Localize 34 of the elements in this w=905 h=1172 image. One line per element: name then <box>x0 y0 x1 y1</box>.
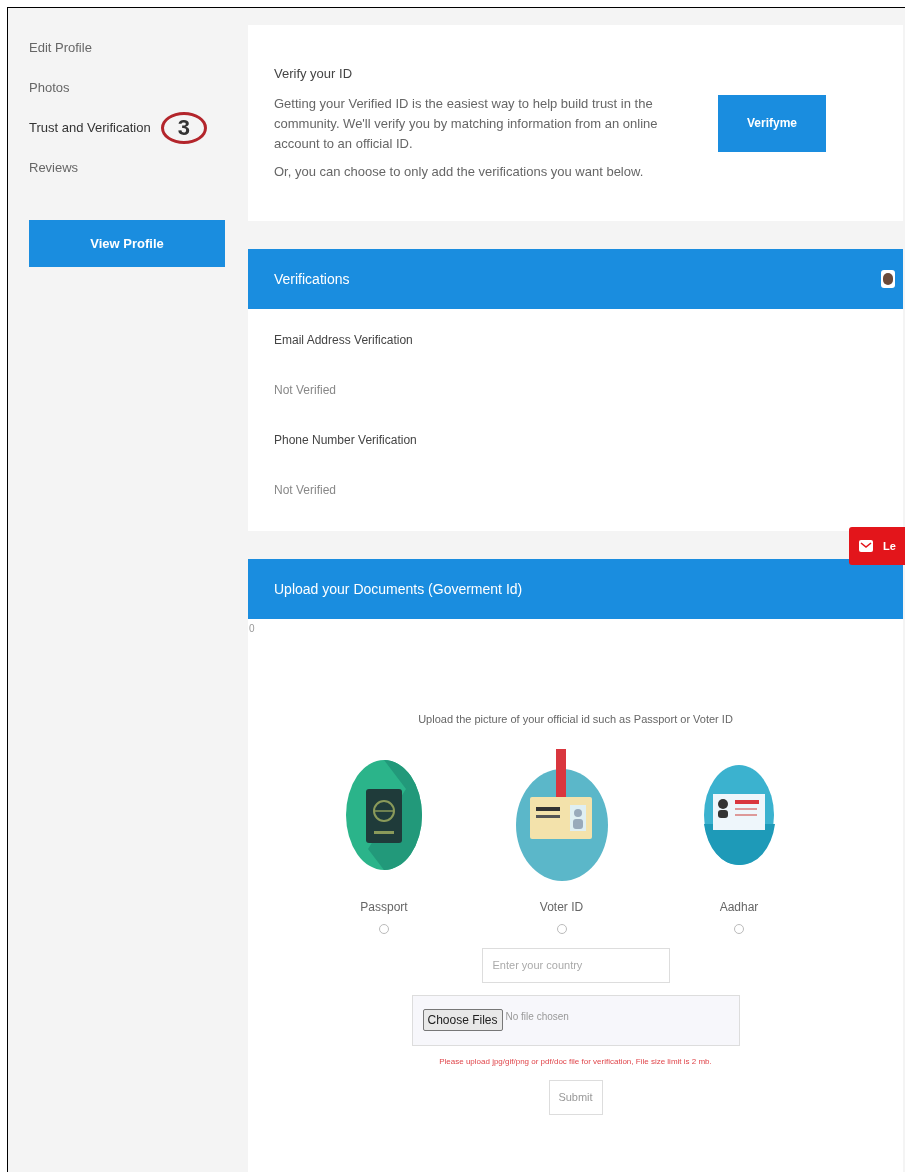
sidebar-link[interactable]: Reviews <box>29 158 79 178</box>
verification-label: Email Address Verification <box>274 332 414 349</box>
submit-button[interactable]: Submit <box>548 1079 603 1115</box>
view-profile-button[interactable]: View Profile <box>29 220 225 267</box>
document-label: Passport <box>360 898 408 916</box>
verification-status: Not Verified <box>274 382 338 399</box>
card-note: Or, you can choose to only add the verifications you want below. <box>274 162 645 181</box>
verifyme-button[interactable]: Verifyme <box>718 94 826 152</box>
feedback-label: Le <box>883 538 896 554</box>
section-title: Upload your Documents (Goverment Id) <box>274 579 523 599</box>
sidebar-link[interactable]: Edit Profile <box>29 38 92 58</box>
section-title: Verifications <box>274 269 350 289</box>
annotation-number: 3 <box>160 112 207 144</box>
card-text: Getting your Verified ID is the easiest way to help build trust in the community. We'll verify you by matching information from an online account to an official ID. <box>274 94 659 153</box>
document-label: Voter ID <box>539 898 584 916</box>
passport-icon <box>344 758 424 871</box>
counter-text: 0 <box>249 622 255 636</box>
verification-label: Phone Number Verification <box>274 432 418 449</box>
id-badge-icon <box>513 748 610 881</box>
file-field[interactable]: Choose Files No file chosen <box>411 994 740 1046</box>
file-status: No file chosen <box>505 1009 569 1024</box>
mail-icon <box>859 540 873 552</box>
sidebar-link[interactable]: Photos <box>29 78 70 98</box>
feedback-tab[interactable]: Le <box>849 527 905 565</box>
choose-files-button[interactable]: Choose Files <box>422 1008 503 1031</box>
verification-status: Not Verified <box>274 482 338 499</box>
id-card-icon <box>703 763 775 866</box>
card-title: Verify your ID <box>274 65 354 84</box>
sidebar-link[interactable]: Trust and Verification <box>29 118 151 138</box>
help-icon[interactable] <box>881 270 895 288</box>
document-label: Aadhar <box>719 898 759 916</box>
country-field[interactable]: Enter your country <box>481 947 670 983</box>
warning-text: Please upload jpg/gif/png or pdf/doc file for verification, File size limit is 2 mb. <box>439 1055 712 1068</box>
upload-instruction: Upload the picture of your official id such as Passport or Voter ID <box>418 712 733 727</box>
